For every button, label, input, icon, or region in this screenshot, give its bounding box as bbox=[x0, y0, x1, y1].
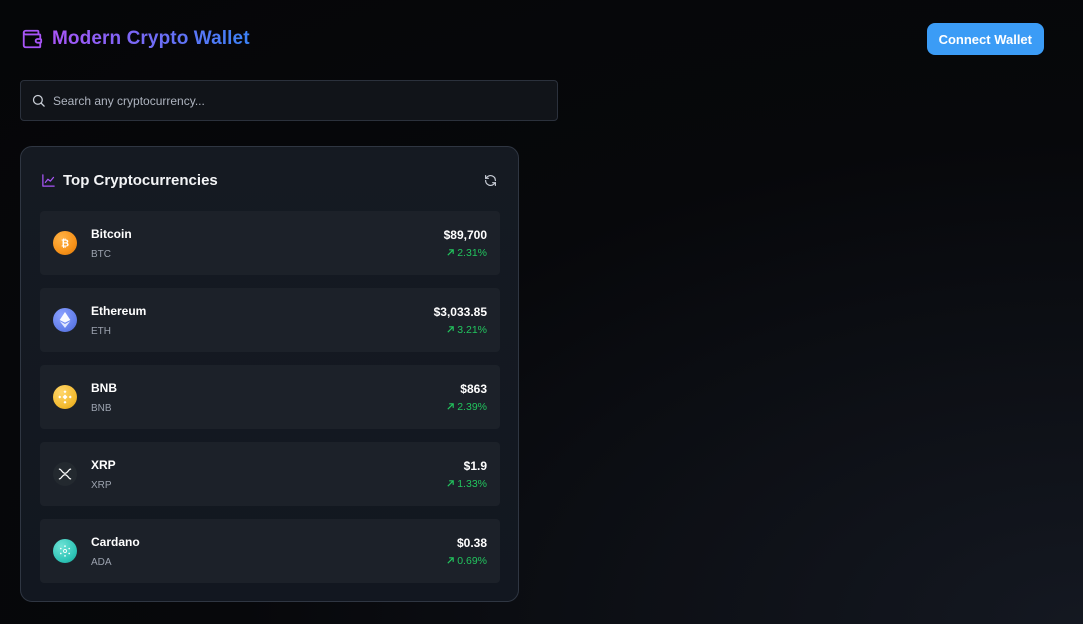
trend-up-icon bbox=[447, 326, 455, 333]
coin-name: XRP bbox=[91, 457, 116, 472]
coin-quote: $1.9 1.33% bbox=[446, 459, 487, 490]
coin-meta: Cardano ADA bbox=[91, 535, 140, 568]
top-cryptocurrencies-panel: Top Cryptocurrencies ₿ Bitcoin BTC $89,7… bbox=[20, 146, 519, 602]
coin-list: ₿ Bitcoin BTC $89,700 2.31% Ethereum ETH… bbox=[40, 211, 500, 583]
coin-change-value: 1.33% bbox=[457, 477, 487, 490]
xrp-icon bbox=[53, 462, 77, 486]
coin-change-value: 0.69% bbox=[457, 554, 487, 567]
coin-symbol: ETH bbox=[91, 325, 111, 337]
coin-name: Ethereum bbox=[91, 303, 147, 318]
coin-change: 2.39% bbox=[446, 401, 487, 413]
svg-text:₿: ₿ bbox=[61, 239, 69, 250]
search-input[interactable] bbox=[53, 93, 557, 108]
coin-symbol: BTC bbox=[91, 248, 111, 260]
refresh-icon[interactable] bbox=[482, 172, 498, 188]
panel-title-group: Top Cryptocurrencies bbox=[41, 172, 218, 189]
coin-meta: Bitcoin BTC bbox=[91, 227, 132, 260]
panel-title: Top Cryptocurrencies bbox=[63, 171, 218, 189]
coin-row-bnb[interactable]: BNB BNB $863 2.39% bbox=[40, 365, 500, 429]
coin-quote: $863 2.39% bbox=[446, 382, 487, 413]
coin-change: 0.69% bbox=[446, 555, 487, 567]
coin-price: $1.9 bbox=[463, 458, 487, 473]
coin-change: 1.33% bbox=[446, 478, 487, 490]
coin-price: $3,033.85 bbox=[433, 304, 487, 319]
trend-up-icon bbox=[447, 403, 455, 410]
search-bar bbox=[20, 80, 558, 121]
wallet-icon bbox=[20, 27, 44, 51]
coin-meta: XRP XRP bbox=[91, 458, 116, 491]
panel-header: Top Cryptocurrencies bbox=[41, 169, 498, 191]
coin-meta: Ethereum ETH bbox=[91, 304, 146, 337]
bitcoin-icon: ₿ bbox=[53, 231, 77, 255]
brand: Modern Crypto Wallet bbox=[20, 27, 250, 51]
coin-change-value: 3.21% bbox=[457, 323, 487, 336]
coin-symbol: ADA bbox=[91, 556, 112, 568]
connect-wallet-button[interactable]: Connect Wallet bbox=[926, 23, 1044, 55]
coin-quote: $3,033.85 3.21% bbox=[434, 305, 487, 336]
app-title: Modern Crypto Wallet bbox=[52, 28, 250, 49]
coin-row-cardano[interactable]: Cardano ADA $0.38 0.69% bbox=[40, 519, 500, 583]
coin-change-value: 2.31% bbox=[457, 246, 487, 259]
coin-change: 3.21% bbox=[446, 324, 487, 336]
bnb-icon bbox=[53, 385, 77, 409]
trend-up-icon bbox=[447, 249, 455, 256]
coin-quote: $0.38 0.69% bbox=[446, 536, 487, 567]
search-icon bbox=[31, 93, 46, 108]
coin-name: Cardano bbox=[91, 534, 140, 549]
coin-row-xrp[interactable]: XRP XRP $1.9 1.33% bbox=[40, 442, 500, 506]
ethereum-icon bbox=[53, 308, 77, 332]
cardano-icon bbox=[53, 539, 77, 563]
coin-quote: $89,700 2.31% bbox=[444, 228, 487, 259]
coin-price: $863 bbox=[460, 381, 487, 396]
coin-price: $0.38 bbox=[456, 535, 487, 550]
trend-up-icon bbox=[447, 557, 455, 564]
chart-line-icon bbox=[41, 173, 56, 188]
coin-symbol: XRP bbox=[91, 479, 112, 491]
coin-meta: BNB BNB bbox=[91, 381, 117, 414]
coin-change-value: 2.39% bbox=[457, 400, 487, 413]
trend-up-icon bbox=[447, 480, 455, 487]
coin-price: $89,700 bbox=[443, 227, 487, 242]
coin-row-bitcoin[interactable]: ₿ Bitcoin BTC $89,700 2.31% bbox=[40, 211, 500, 275]
coin-name: Bitcoin bbox=[91, 226, 132, 241]
coin-row-ethereum[interactable]: Ethereum ETH $3,033.85 3.21% bbox=[40, 288, 500, 352]
coin-name: BNB bbox=[91, 380, 117, 395]
coin-change: 2.31% bbox=[446, 247, 487, 259]
app-header: Modern Crypto Wallet Connect Wallet bbox=[20, 22, 1044, 56]
coin-symbol: BNB bbox=[91, 402, 112, 414]
